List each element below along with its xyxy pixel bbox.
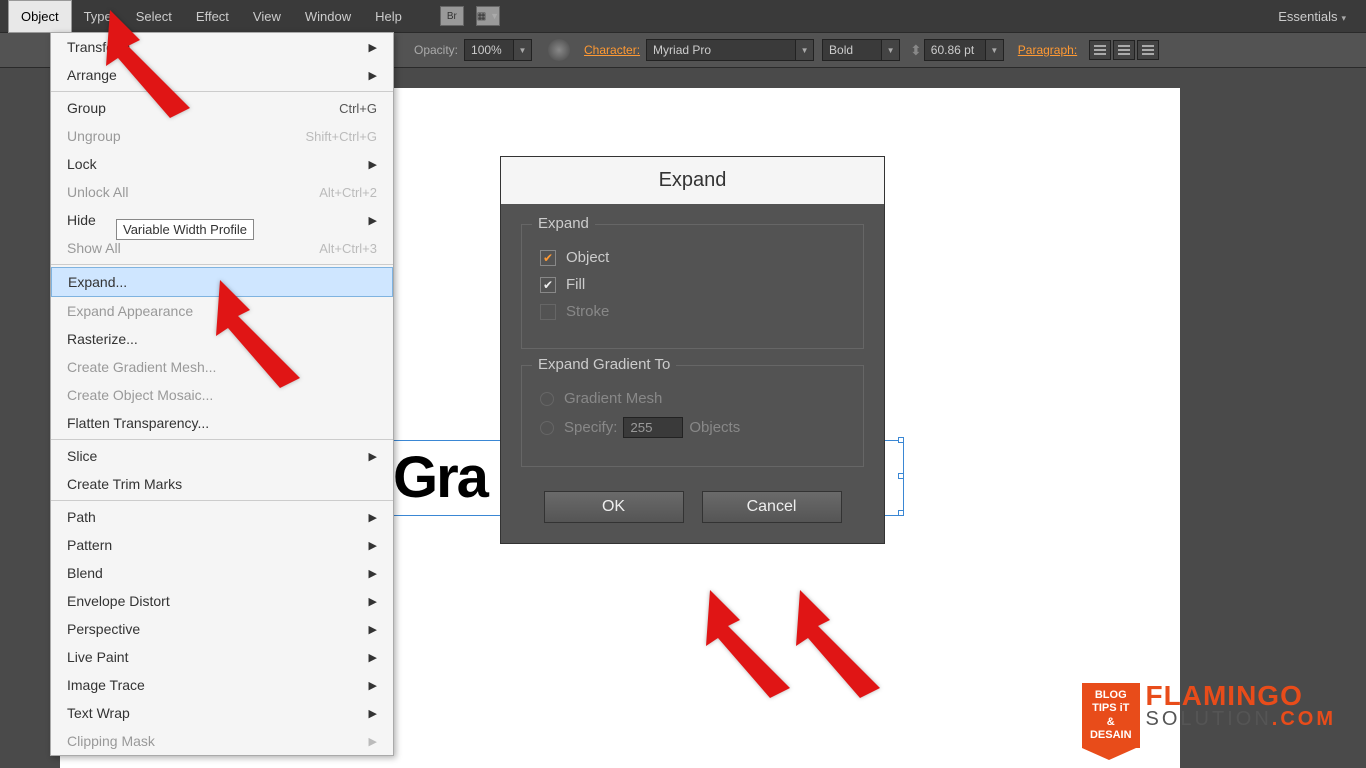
align-center-icon[interactable] [1113, 40, 1135, 60]
font-size-input[interactable]: 60.86 pt [924, 39, 986, 61]
menu-text-wrap[interactable]: Text Wrap▶ [51, 699, 393, 727]
menu-blend[interactable]: Blend▶ [51, 559, 393, 587]
dialog-title: Expand [501, 157, 884, 204]
menu-help[interactable]: Help [363, 1, 414, 32]
specify-label: Specify: [564, 419, 617, 436]
align-group [1089, 40, 1159, 60]
arrow-annotation-4 [790, 590, 910, 705]
arrow-annotation-2 [210, 280, 330, 395]
menu-slice[interactable]: Slice▶ [51, 442, 393, 470]
menu-flatten-transparency[interactable]: Flatten Transparency... [51, 409, 393, 437]
menu-create-trim-marks[interactable]: Create Trim Marks [51, 470, 393, 498]
specify-radio-row: Specify: Objects [540, 417, 845, 438]
font-weight-caret[interactable]: ▼ [882, 39, 900, 61]
ok-button[interactable]: OK [544, 491, 684, 523]
objects-label: Objects [689, 419, 740, 436]
font-weight-input[interactable]: Bold [822, 39, 882, 61]
gradient-fieldset: Expand Gradient To Gradient Mesh Specify… [521, 365, 864, 467]
opacity-caret[interactable]: ▼ [514, 39, 532, 61]
stroke-check-label: Stroke [566, 303, 609, 320]
arrange-docs-icon[interactable]: ▦▼ [476, 6, 500, 26]
fill-check-label: Fill [566, 276, 585, 293]
menu-image-trace[interactable]: Image Trace▶ [51, 671, 393, 699]
menu-live-paint[interactable]: Live Paint▶ [51, 643, 393, 671]
expand-fieldset-label: Expand [532, 215, 595, 232]
menu-object[interactable]: Object [8, 0, 72, 33]
stroke-check-row: Stroke [540, 303, 845, 320]
bridge-icon[interactable]: Br [440, 6, 464, 26]
menu-clipping-mask: Clipping Mask▶ [51, 727, 393, 755]
arrow-annotation-1 [100, 10, 220, 125]
menu-pattern[interactable]: Pattern▶ [51, 531, 393, 559]
font-family-input[interactable]: Myriad Pro [646, 39, 796, 61]
canvas-text-left: Gra [393, 444, 487, 511]
menu-view[interactable]: View [241, 1, 293, 32]
opacity-label: Opacity: [414, 43, 458, 57]
font-size-caret[interactable]: ▼ [986, 39, 1004, 61]
gradient-mesh-label: Gradient Mesh [564, 390, 662, 407]
logo-watermark: BLOG TIPS iT & DESAIN FLAMINGO SOLUTION.… [1082, 683, 1336, 748]
specify-radio [540, 421, 554, 435]
selection-handle[interactable] [898, 510, 904, 516]
expand-fieldset: Expand ✔ Object ✔ Fill Stroke [521, 224, 864, 349]
logo-badge: BLOG TIPS iT & DESAIN [1082, 683, 1140, 748]
align-right-icon[interactable] [1137, 40, 1159, 60]
logo-text: FLAMINGO SOLUTION.COM [1146, 683, 1336, 731]
fill-check-row[interactable]: ✔ Fill [540, 276, 845, 293]
stroke-checkbox [540, 304, 556, 320]
opacity-input[interactable]: 100% [464, 39, 514, 61]
paragraph-label[interactable]: Paragraph: [1018, 43, 1077, 57]
menu-window[interactable]: Window [293, 1, 363, 32]
object-checkbox[interactable]: ✔ [540, 250, 556, 266]
align-left-icon[interactable] [1089, 40, 1111, 60]
gradient-mesh-radio-row: Gradient Mesh [540, 390, 845, 407]
recolor-icon[interactable] [548, 39, 570, 61]
gradient-fieldset-label: Expand Gradient To [532, 356, 676, 373]
menu-lock[interactable]: Lock▶ [51, 150, 393, 178]
object-check-label: Object [566, 249, 609, 266]
tooltip-variable-width: Variable Width Profile [116, 219, 254, 240]
character-label[interactable]: Character: [584, 43, 640, 57]
cancel-button[interactable]: Cancel [702, 491, 842, 523]
menu-envelope-distort[interactable]: Envelope Distort▶ [51, 587, 393, 615]
font-family-caret[interactable]: ▼ [796, 39, 814, 61]
menu-unlock-all: Unlock AllAlt+Ctrl+2 [51, 178, 393, 206]
gradient-mesh-radio [540, 392, 554, 406]
fill-checkbox[interactable]: ✔ [540, 277, 556, 293]
menu-path[interactable]: Path▶ [51, 503, 393, 531]
font-size-stepper[interactable]: ⬍ [910, 42, 922, 59]
selection-handle[interactable] [898, 473, 904, 479]
workspace-switcher[interactable]: Essentials▾ [1266, 9, 1358, 24]
specify-input [623, 417, 683, 438]
selection-handle[interactable] [898, 437, 904, 443]
menu-ungroup: UngroupShift+Ctrl+G [51, 122, 393, 150]
expand-dialog: Expand Expand ✔ Object ✔ Fill Stroke Exp… [500, 156, 885, 544]
object-check-row[interactable]: ✔ Object [540, 249, 845, 266]
menu-perspective[interactable]: Perspective▶ [51, 615, 393, 643]
